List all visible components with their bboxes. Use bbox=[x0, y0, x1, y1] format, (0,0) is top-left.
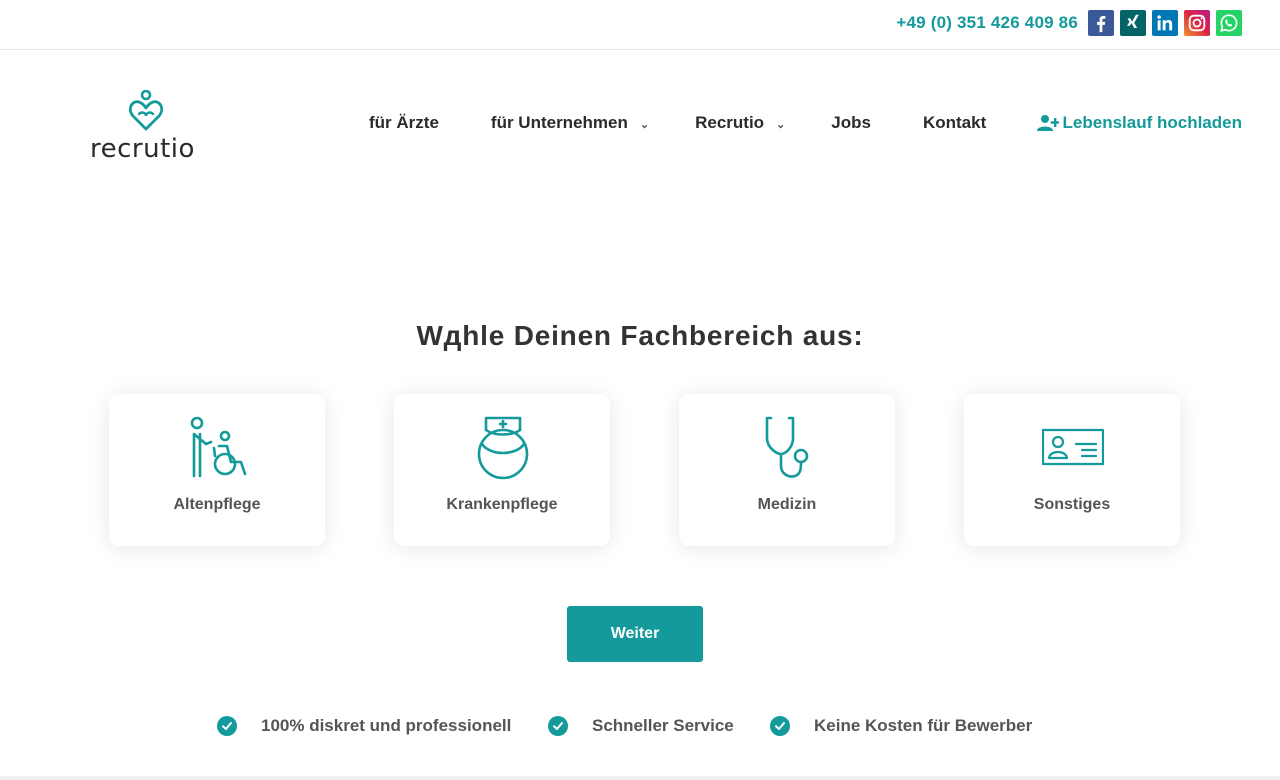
feature-label: Schneller Service bbox=[592, 716, 734, 735]
feature-item: Keine Kosten für Bewerber bbox=[770, 716, 1032, 736]
feature-item: 100% diskret und professionell bbox=[217, 716, 511, 736]
elderly-care-icon bbox=[190, 416, 247, 478]
check-icon bbox=[770, 716, 790, 736]
nav-item-unternehmen[interactable]: für Unternehmen ⌄ bbox=[491, 113, 649, 133]
nav-item-label: für Unternehmen bbox=[490, 113, 628, 132]
top-bar: +49 (0) 351 426 409 86 bbox=[0, 0, 1280, 50]
nav-item-kontakt[interactable]: Kontakt bbox=[923, 113, 986, 133]
heart-logo-icon bbox=[129, 90, 163, 131]
nav-item-label: für Ärzte bbox=[369, 113, 439, 132]
nav-item-aerzte[interactable]: für Ärzte bbox=[369, 113, 439, 133]
card-medizin[interactable]: Medizin bbox=[679, 394, 895, 546]
facebook-icon[interactable] bbox=[1088, 10, 1114, 36]
card-label: Sonstiges bbox=[1033, 496, 1111, 513]
check-icon bbox=[548, 716, 568, 736]
phone-link[interactable]: +49 (0) 351 426 409 86 bbox=[896, 13, 1078, 33]
chevron-down-icon: ⌄ bbox=[639, 118, 650, 131]
social-links bbox=[1088, 10, 1242, 36]
id-card-icon bbox=[1042, 428, 1104, 466]
instagram-icon[interactable] bbox=[1184, 10, 1210, 36]
card-label: Altenpflege bbox=[173, 496, 261, 513]
user-plus-icon bbox=[1036, 115, 1059, 131]
linkedin-icon[interactable] bbox=[1152, 10, 1178, 36]
upload-cv-button[interactable]: Lebenslauf hochladen bbox=[1036, 113, 1242, 133]
whatsapp-icon[interactable] bbox=[1216, 10, 1242, 36]
card-label: Medizin bbox=[757, 496, 817, 513]
nav-item-label: Recrutio bbox=[695, 113, 765, 132]
main-nav: für Ärzte für Unternehmen ⌄ Recrutio ⌄ J… bbox=[369, 113, 986, 133]
card-sonstiges[interactable]: Sonstiges bbox=[964, 394, 1180, 546]
nav-item-recrutio[interactable]: Recrutio ⌄ bbox=[695, 113, 785, 133]
nav-item-label: Kontakt bbox=[922, 113, 987, 132]
chevron-down-icon: ⌄ bbox=[776, 118, 786, 131]
divider bbox=[0, 776, 1280, 780]
recrutio-logo[interactable]: recrutio bbox=[90, 90, 210, 164]
card-label: Krankenpflege bbox=[446, 496, 558, 513]
page-title: Wдhle Deinen Fachbereich aus: bbox=[416, 320, 864, 351]
upload-cv-label: Lebenslauf hochladen bbox=[1062, 113, 1242, 132]
card-krankenpflege[interactable]: Krankenpflege bbox=[394, 394, 610, 546]
feature-item: Schneller Service bbox=[548, 716, 734, 736]
nurse-icon bbox=[477, 416, 529, 480]
continue-button[interactable]: Weiter bbox=[567, 606, 703, 662]
xing-icon[interactable] bbox=[1120, 10, 1146, 36]
nav-item-jobs[interactable]: Jobs bbox=[831, 113, 871, 133]
feature-label: 100% diskret und professionell bbox=[261, 716, 512, 735]
feature-label: Keine Kosten für Bewerber bbox=[814, 716, 1033, 735]
logo-text: recrutio bbox=[90, 134, 195, 164]
check-icon bbox=[217, 716, 237, 736]
card-altenpflege[interactable]: Altenpflege bbox=[109, 394, 325, 546]
stethoscope-icon bbox=[765, 416, 809, 478]
nav-item-label: Jobs bbox=[831, 113, 871, 132]
